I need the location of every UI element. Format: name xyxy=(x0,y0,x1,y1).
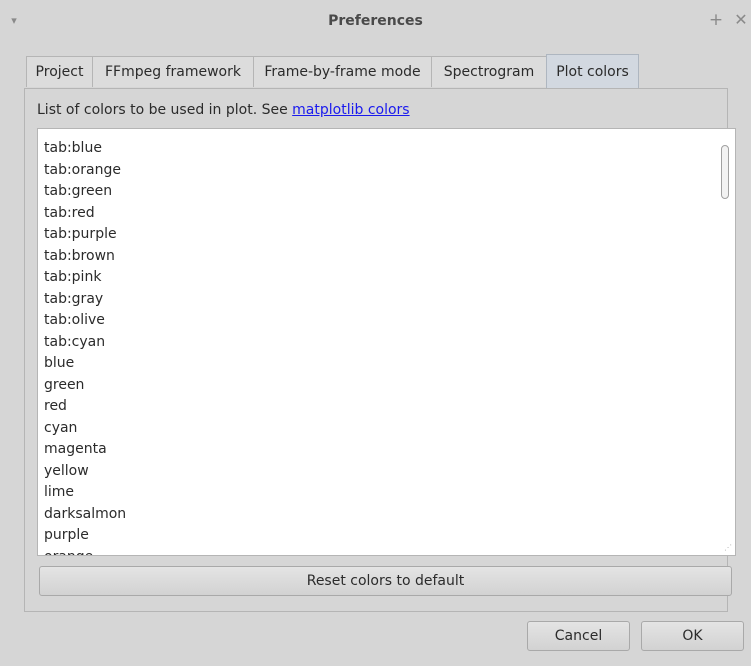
scrollbar-thumb[interactable] xyxy=(721,145,729,199)
tab-plot-colors[interactable]: Plot colors xyxy=(546,54,639,88)
color-list-item: blue xyxy=(44,355,75,371)
color-list-item: tab:orange xyxy=(44,161,121,178)
vertical-scrollbar[interactable] xyxy=(719,135,731,545)
color-list-item: cyan xyxy=(44,419,78,436)
color-list: tab:blue tab:orange tab:green tab:red tab:pu… xyxy=(44,138,127,556)
tab-project[interactable]: Project xyxy=(26,56,93,87)
color-list-item: orange xyxy=(44,547,126,556)
resize-grip-icon: ⋰ xyxy=(724,543,732,552)
preferences-window: ▾ Preferences + ✕ Project FFmpeg framewo… xyxy=(0,0,751,666)
color-list-item: tab:red xyxy=(44,204,95,221)
ok-button[interactable]: OK xyxy=(641,621,744,651)
color-list-item: tab:olive xyxy=(44,312,105,328)
color-list-item: tab:cyan xyxy=(44,333,106,350)
tab-frame-by-frame-mode[interactable]: Frame-by-frame mode xyxy=(253,56,432,87)
color-list-item: red xyxy=(44,398,67,414)
color-list-item: magenta xyxy=(44,441,107,457)
cancel-button[interactable]: Cancel xyxy=(527,621,630,651)
color-list-item: purple xyxy=(44,527,89,543)
maximize-icon[interactable]: + xyxy=(708,10,724,30)
plot-colors-description: List of colors to be used in plot. See m… xyxy=(37,102,410,118)
color-list-item: tab:gray xyxy=(44,290,104,307)
color-list-item: green xyxy=(44,376,85,393)
close-icon[interactable]: ✕ xyxy=(733,10,749,30)
color-list-item: tab:purple xyxy=(44,226,117,242)
color-list-item: tab:blue xyxy=(44,140,102,156)
color-list-item: darksalmon xyxy=(44,505,127,522)
matplotlib-colors-link[interactable]: matplotlib colors xyxy=(292,102,409,118)
title-bar: ▾ Preferences + ✕ xyxy=(0,0,751,44)
window-title: Preferences xyxy=(328,13,423,29)
color-list-item: tab:green xyxy=(44,183,113,199)
color-list-item: yellow xyxy=(44,462,89,479)
color-list-item: tab:pink xyxy=(44,269,102,285)
reset-colors-button[interactable]: Reset colors to default xyxy=(39,566,732,596)
color-list-item: tab:brown xyxy=(44,247,115,264)
color-list-item: lime xyxy=(44,484,75,500)
colors-text-editor[interactable]: tab:blue tab:orange tab:green tab:red tab:pu… xyxy=(37,128,736,556)
tab-ffmpeg-framework[interactable]: FFmpeg framework xyxy=(92,56,254,87)
tab-spectrogram[interactable]: Spectrogram xyxy=(431,56,547,87)
description-text: List of colors to be used in plot. See xyxy=(37,102,293,118)
